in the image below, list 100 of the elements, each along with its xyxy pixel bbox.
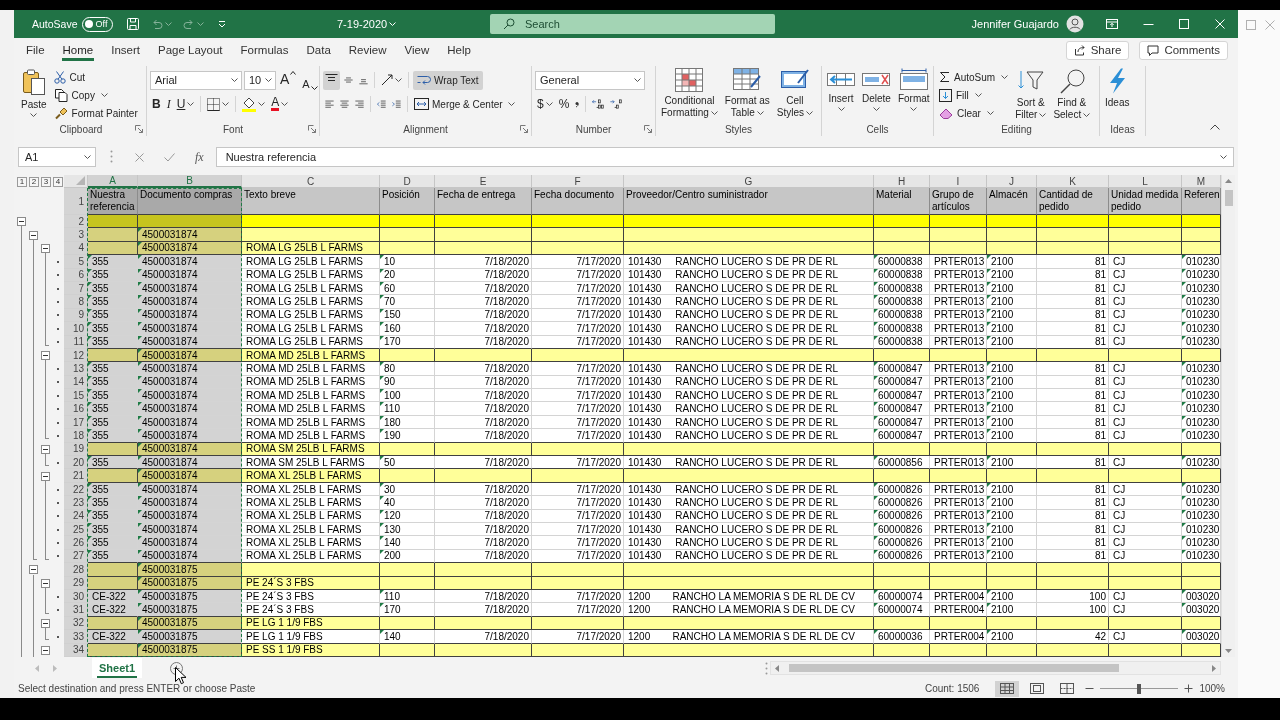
delete-button[interactable]: Delete bbox=[860, 66, 893, 111]
collapse-button[interactable] bbox=[17, 217, 26, 227]
up-arrow-icon[interactable] bbox=[1225, 179, 1232, 183]
font-size-field[interactable]: 10 bbox=[244, 70, 276, 90]
align-center-icon[interactable] bbox=[338, 98, 351, 110]
find-select-button[interactable]: Find & Select bbox=[1051, 66, 1093, 121]
scroll-thumb[interactable] bbox=[789, 664, 1119, 673]
font-field[interactable]: Arial bbox=[150, 70, 242, 90]
ribbon-tab[interactable]: Insert bbox=[102, 38, 149, 62]
ribbon-tab[interactable]: Formulas bbox=[231, 38, 298, 62]
currency-button[interactable]: $ bbox=[535, 94, 555, 114]
ribbon-tab[interactable]: Page Layout bbox=[149, 38, 232, 62]
shrink-font-button[interactable]: A bbox=[300, 70, 320, 90]
corner-arrow-icon[interactable] bbox=[308, 125, 316, 133]
ribbon-tab[interactable]: Data bbox=[297, 38, 340, 62]
row-header[interactable]: 13 bbox=[64, 362, 88, 376]
align-top-button[interactable] bbox=[323, 70, 340, 90]
row-header[interactable]: 8 bbox=[64, 295, 88, 309]
ribbon-tab[interactable]: View bbox=[395, 38, 439, 62]
collapse-button[interactable] bbox=[29, 565, 38, 575]
close-icon[interactable] bbox=[1215, 19, 1225, 29]
ribbon-tab[interactable]: Help bbox=[438, 38, 480, 62]
row-header[interactable]: 20 bbox=[64, 456, 88, 470]
align-right-icon[interactable] bbox=[353, 98, 366, 110]
row-header[interactable]: 26 bbox=[64, 536, 88, 550]
sort-filter-button[interactable]: Sort & Filter bbox=[1013, 66, 1049, 121]
corner-arrow-icon[interactable] bbox=[644, 125, 652, 133]
column-header[interactable]: B bbox=[138, 175, 242, 188]
plus-icon[interactable] bbox=[1184, 684, 1194, 694]
collapse-button[interactable] bbox=[41, 471, 50, 481]
collapse-button[interactable] bbox=[41, 578, 50, 588]
bar-caret-icon[interactable] bbox=[217, 20, 226, 28]
clear-button[interactable]: Clear bbox=[937, 104, 1011, 122]
collapse-button[interactable] bbox=[41, 645, 50, 655]
outline-level-button[interactable]: 1 bbox=[17, 176, 27, 187]
zoom-thumb[interactable] bbox=[1137, 683, 1142, 694]
cut-button[interactable]: Cut bbox=[51, 68, 140, 86]
format-as-table-button[interactable]: Format as Table bbox=[722, 66, 772, 119]
underline-button[interactable]: U bbox=[174, 94, 197, 114]
column-header[interactable]: G bbox=[624, 175, 874, 188]
column-header[interactable]: E bbox=[435, 175, 532, 188]
ribbon-tab[interactable]: Review bbox=[339, 38, 396, 62]
zoom-level[interactable]: 100% bbox=[1199, 683, 1225, 695]
row-header[interactable]: 10 bbox=[64, 322, 88, 336]
italic-button[interactable]: I bbox=[164, 94, 173, 114]
row-header[interactable]: 33 bbox=[64, 630, 88, 644]
decrease-indent-icon[interactable] bbox=[375, 98, 388, 110]
number-format-field[interactable]: General bbox=[535, 70, 645, 90]
name-box[interactable]: A1 bbox=[18, 147, 96, 167]
row-header[interactable]: 21 bbox=[64, 469, 88, 483]
comments-button[interactable]: Comments bbox=[1139, 40, 1228, 60]
outline-level-button[interactable]: 2 bbox=[29, 176, 39, 187]
row-header[interactable]: 28 bbox=[64, 563, 88, 577]
view-button[interactable] bbox=[995, 680, 1020, 697]
column-header[interactable]: J bbox=[987, 175, 1037, 188]
format-button[interactable]: Format bbox=[895, 66, 932, 111]
conditional-formatting-button[interactable]: Conditional Formatting bbox=[659, 66, 720, 119]
column-header[interactable]: I bbox=[930, 175, 987, 188]
row-header[interactable]: 18 bbox=[64, 429, 88, 443]
collapse-button[interactable] bbox=[41, 243, 50, 253]
row-header[interactable]: 16 bbox=[64, 402, 88, 416]
bold-button[interactable]: B bbox=[150, 94, 163, 114]
grow-font-button[interactable]: A bbox=[278, 70, 299, 90]
scroll-thumb[interactable] bbox=[1224, 190, 1233, 206]
increase-indent-icon[interactable] bbox=[390, 98, 403, 110]
copy-button[interactable]: Copy bbox=[51, 86, 140, 104]
check-icon[interactable] bbox=[164, 152, 175, 162]
insert-function-button[interactable]: fx bbox=[195, 149, 204, 165]
cell-styles-button[interactable]: Cell Styles bbox=[774, 66, 816, 119]
row-header[interactable]: 1 bbox=[64, 188, 88, 215]
outline-level-button[interactable]: 4 bbox=[53, 176, 63, 187]
document-title[interactable]: 7-19-2020 bbox=[337, 18, 388, 30]
collapse-button[interactable] bbox=[41, 351, 50, 361]
row-header[interactable]: 5 bbox=[64, 255, 88, 269]
autosum-button[interactable]: AutoSum bbox=[937, 68, 1011, 86]
font-color-button[interactable]: A bbox=[269, 94, 291, 114]
corner-arrow-icon[interactable] bbox=[520, 125, 528, 133]
column-header[interactable]: D bbox=[380, 175, 435, 188]
avatar-icon[interactable] bbox=[1066, 15, 1084, 33]
horizontal-scrollbar[interactable] bbox=[770, 661, 1221, 676]
formula-field[interactable]: Nuestra referencia bbox=[215, 147, 1234, 167]
row-header[interactable]: 31 bbox=[64, 603, 88, 617]
insert-button[interactable]: Insert bbox=[825, 66, 857, 111]
column-header[interactable]: H bbox=[874, 175, 930, 188]
column-header[interactable]: M bbox=[1182, 175, 1221, 188]
sheet-tab[interactable]: Sheet1 bbox=[92, 658, 143, 679]
row-header[interactable]: 3 bbox=[64, 228, 88, 242]
percent-button[interactable]: % bbox=[556, 94, 572, 114]
column-header[interactable]: C bbox=[242, 175, 380, 188]
cross-icon[interactable] bbox=[135, 152, 144, 162]
share-button[interactable]: Share bbox=[1065, 40, 1130, 60]
format-painter-button[interactable]: Format Painter bbox=[51, 104, 140, 122]
column-header[interactable]: L bbox=[1109, 175, 1182, 188]
column-header[interactable]: K bbox=[1037, 175, 1109, 188]
ribbon-tab[interactable]: File bbox=[17, 38, 54, 62]
window-arrow-icon[interactable] bbox=[1105, 18, 1119, 30]
column-header[interactable]: F bbox=[532, 175, 624, 188]
align-left-icon[interactable] bbox=[323, 98, 336, 110]
row-header[interactable]: 23 bbox=[64, 496, 88, 510]
chevron-up-icon[interactable] bbox=[1210, 124, 1220, 130]
